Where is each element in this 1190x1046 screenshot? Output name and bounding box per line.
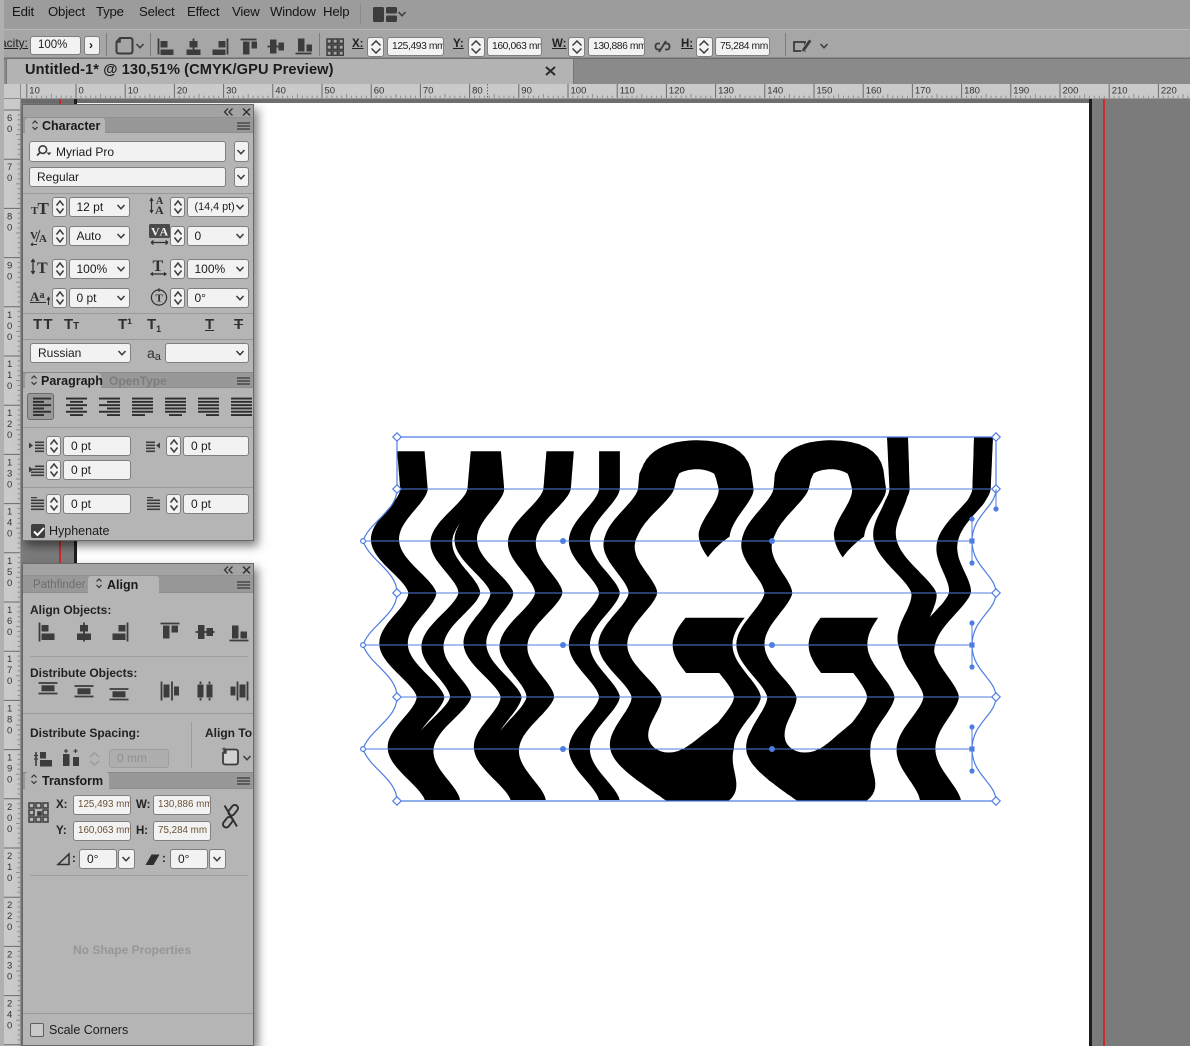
- svg-text:T: T: [37, 260, 48, 276]
- svg-text:A: A: [155, 203, 164, 215]
- svg-text:A: A: [160, 225, 169, 239]
- svg-text:T: T: [38, 200, 50, 216]
- svg-text:a: a: [40, 290, 45, 301]
- svg-text:A: A: [30, 289, 40, 304]
- svg-text:T: T: [156, 293, 164, 305]
- svg-text:T: T: [153, 258, 164, 275]
- svg-text:A: A: [39, 233, 47, 245]
